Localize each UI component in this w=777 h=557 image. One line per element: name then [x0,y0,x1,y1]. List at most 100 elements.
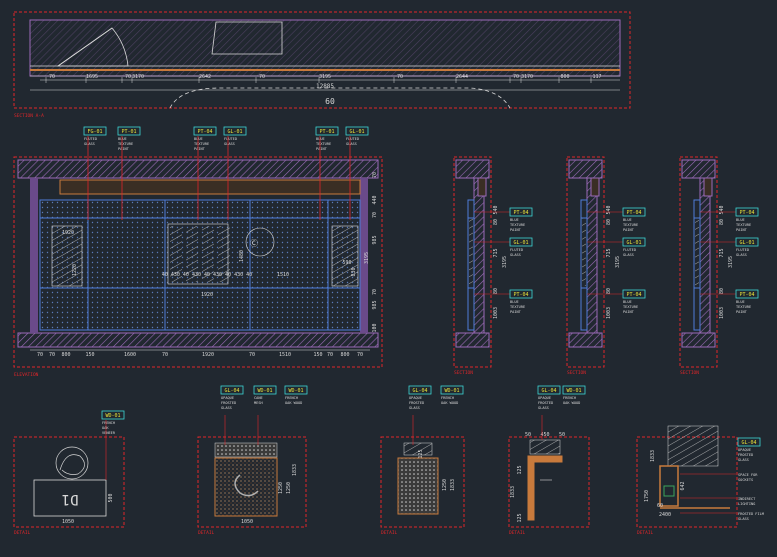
elevation-inner-dim: 1220 [72,264,78,276]
material-note: FROSTED [221,401,236,405]
material-note: GLASS [224,142,235,146]
detail-dim: 1050 [62,519,74,525]
material-note: PAINT [736,228,748,232]
material-note: LIGHTING [738,502,755,506]
section-total-dim: 3195 [502,256,508,268]
top-plan-total-dim: 12885 [316,83,334,90]
frame-title-detail: DETAIL [509,530,526,536]
material-note: FROSTED [409,401,424,405]
section-view: 540807158010033195PT-04BLUETEXTUREPAINTG… [453,156,533,376]
elevation-dim-right: 985 [372,300,378,309]
material-tag: WD-01 [105,413,120,419]
elevation-inner-dim: 1510 [277,272,289,278]
elevation-inner-dim: 1920 [201,292,213,298]
elevation-dim-bottom: 1600 [124,352,136,358]
elevation-total-right: 3195 [364,252,370,264]
material-note: OAK WOOD [285,401,302,405]
material-tag: GL-01 [349,129,364,135]
material-note: OPAQUE [221,396,234,400]
material-tag: GL-01 [513,240,528,246]
material-note: OAK WOOD [441,401,458,405]
section-dim: 540 [719,205,725,214]
detail-dim: 2400 [659,512,671,518]
material-note: FLUTED [346,137,359,141]
section-dim: 80 [493,219,499,225]
top-plan-dim: 117 [592,74,601,80]
detail-dim: 1250 [442,479,448,491]
material-note: TEXTURE [194,142,209,146]
top-plan-dim: 800 [560,74,569,80]
material-note: MESH [254,401,263,405]
material-note: CANE [254,396,263,400]
detail-dim: 125 [517,465,523,474]
detail-views: DETAILD11050500WD-01FRENCHOAKVENEERDETAI… [13,385,765,536]
detail-dim: 642 [680,481,686,490]
material-note: OPAQUE [409,396,422,400]
material-note: TEXTURE [316,142,331,146]
frame-title-section: SECTION [567,370,586,376]
material-tag: PT-01 [319,129,334,135]
material-note: INDIRECT [738,497,756,501]
material-note: GLASS [623,253,634,257]
material-note: OAK [102,426,109,430]
elevation-dim-bottom: 150 [313,352,322,358]
elevation-dim-right: 985 [372,235,378,244]
frame-title-top: SECTION A-A [14,113,44,119]
top-plan-dim: 70 [125,74,131,80]
detail-dim: 50 [525,432,531,438]
material-note: PAINT [623,310,635,314]
material-note: FLUTED [224,137,237,141]
material-note: PAINT [510,310,522,314]
material-tag: PT-04 [626,292,641,298]
section-view: 540807158010033195PT-04BLUETEXTUREPAINTG… [679,156,759,376]
material-note: FRENCH [285,396,298,400]
elevation-inner-dim: 1920 [62,230,74,236]
elevation-dim-bottom: 70 [327,352,333,358]
elevation-inner-dim: 830 [351,267,357,276]
top-plan-dim: 3195 [319,74,331,80]
section-view: 540807158010033195PT-04BLUETEXTUREPAINTG… [566,156,646,376]
detail-view: DETAIL 125 1250 1833 GL-04 OPAQUEFROSTEDGLASS… [380,385,465,536]
material-tag: WD-01 [566,388,581,394]
elevation-dim-bottom: 800 [340,352,349,358]
frame-title-detail: DETAIL [381,530,398,536]
section-dim: 540 [493,205,499,214]
section-total-dim: 3195 [615,256,621,268]
section-dim: 715 [719,248,725,257]
top-plan-dim: 2642 [199,74,211,80]
material-note: FRENCH [102,421,115,425]
main-elevation: Ⓒ FG-01FLUTEDGLASSPT-01BLUETEXTUREPAINTP… [13,126,383,378]
material-note: FLUTED [510,248,523,252]
top-plan-dim: 70 [49,74,55,80]
elevation-dim-bottom: 70 [162,352,168,358]
material-note: GLASS [738,517,749,521]
material-note: GLASS [84,142,95,146]
material-tag: GL-01 [227,129,242,135]
material-tag: WD-01 [288,388,303,394]
material-note: BLUE [736,218,745,222]
section-dim: 540 [606,205,612,214]
detail-view: DETAIL50 450 501833125125GL-04OPAQUEFROSTE… [508,385,590,536]
frame-title-detail: DETAIL [198,530,215,536]
elevation-dim-bottom: 70 [49,352,55,358]
material-note: FROSTED FILM [738,512,765,516]
material-tag: GL-04 [412,388,427,394]
top-plan-dim: 3170 [521,74,533,80]
material-tag: PT-04 [739,292,754,298]
frame-title-detail: DETAIL [14,530,31,536]
top-plan-dim: 70 [259,74,265,80]
material-tag: PT-04 [739,210,754,216]
material-note: TEXTURE [510,223,525,227]
material-note: TEXTURE [623,305,638,309]
material-note: BLUE [623,300,632,304]
elevation-dim-bottom: 70 [37,352,43,358]
elevation-dim-right: 70 [372,172,378,178]
section-dim: 80 [606,288,612,294]
material-note: TEXTURE [118,142,133,146]
material-note: BLUE [510,218,519,222]
material-tag: FG-01 [87,129,102,135]
material-note: BLUE [736,300,745,304]
detail-dim: 125 [517,513,523,522]
frame-title-section: SECTION [454,370,473,376]
material-note: FLUTED [623,248,636,252]
